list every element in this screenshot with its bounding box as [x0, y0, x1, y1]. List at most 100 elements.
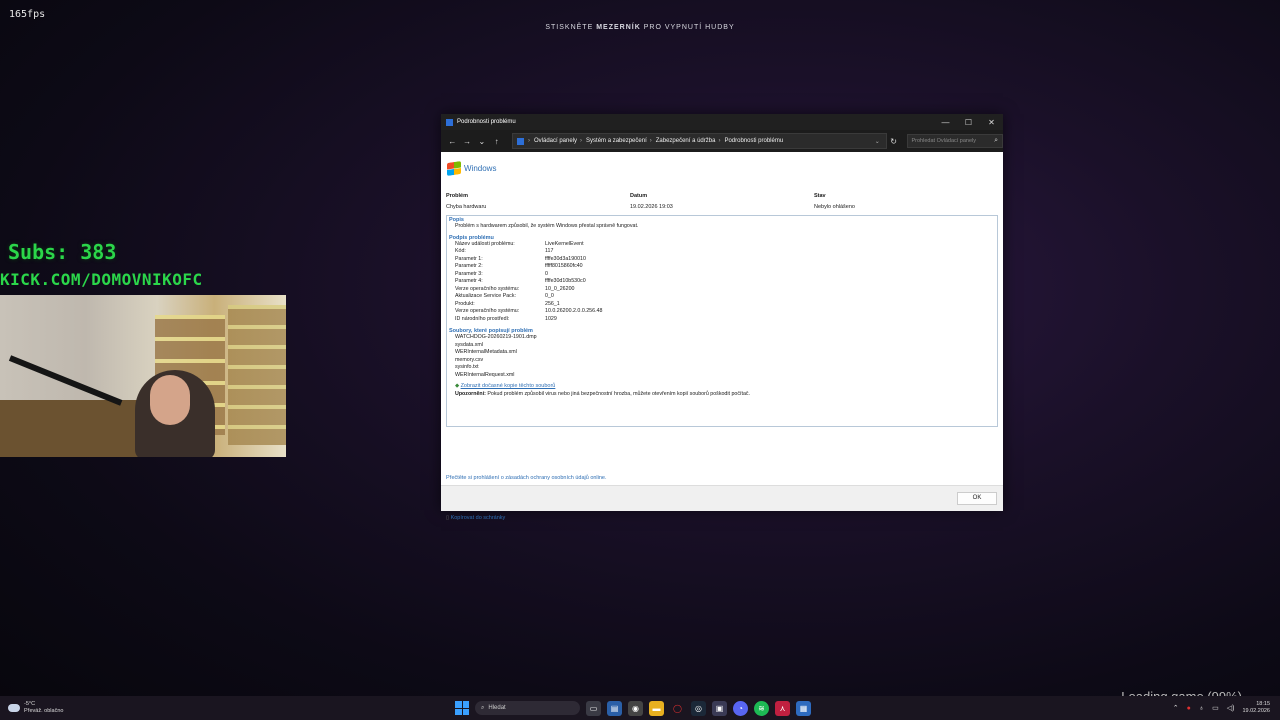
store-icon[interactable]: ▤: [607, 700, 622, 716]
header-state: Stav: [814, 193, 826, 199]
clock[interactable]: 18:15 19.02.2026: [1242, 701, 1270, 715]
file-list: WATCHDOG-20260219-1901.dmp sysdata.xml WER…: [447, 334, 997, 379]
windows-flag-icon: [447, 161, 461, 176]
clipboard-icon: ▯: [446, 515, 450, 521]
chrome-icon[interactable]: ◉: [628, 700, 643, 716]
signature-row: Název události problému: LiveKernelEvent: [447, 241, 997, 249]
problem-details-window: Podrobnosti problému — ☐ ✕ ← → ⌄ ↑ › Ovl…: [441, 114, 1003, 521]
search-icon: ⌕: [481, 704, 485, 711]
hint-suffix: PRO VYPNUTÍ HUDBY: [643, 24, 735, 31]
value-state: Nebylo ohlášeno: [814, 204, 855, 210]
windows-logo: Windows: [447, 161, 497, 176]
recent-chevron-icon[interactable]: ⌄: [475, 137, 490, 146]
fps-counter: 165fps: [9, 9, 46, 20]
folder-icon[interactable]: ▬: [649, 700, 664, 716]
search-placeholder: Prohledat Ovládací panely: [911, 138, 977, 144]
breadcrumb-separator: ›: [580, 138, 583, 144]
address-dropdown-icon[interactable]: ⌄: [875, 138, 880, 145]
recording-icon[interactable]: ●: [1187, 705, 1191, 712]
signature-key: ID národního prostředí:: [455, 315, 510, 322]
kick-url: KICK.COM/DOMOVNIKOFC: [0, 270, 203, 289]
file-item: sysdata.xml: [455, 341, 483, 348]
search-icon[interactable]: ⌕: [994, 137, 998, 145]
copy-to-clipboard[interactable]: ▯ Kopírovat do schránky: [446, 515, 505, 521]
refresh-icon[interactable]: ↻: [887, 137, 901, 146]
weather-desc: Převáž. oblačno: [24, 708, 64, 714]
taskbar-search[interactable]: ⌕ Hledat: [475, 701, 580, 715]
signature-row: Parametr 4: ffffe30d10b530c0: [447, 278, 997, 286]
forward-arrow-icon[interactable]: →: [460, 137, 475, 146]
address-bar[interactable]: › Ovládací panely › Systém a zabezpečení…: [512, 133, 887, 149]
signature-row: Parametr 2: fffff8015860fc40: [447, 263, 997, 271]
details-box: Popis Problém s hardwarem způsobil, že s…: [446, 215, 998, 427]
hint-key: MEZERNÍK: [596, 24, 641, 31]
value-date: 19.02.2026 19:03: [630, 204, 673, 210]
tray-chevron-icon[interactable]: ⌃: [1173, 704, 1179, 712]
signature-key: Parametr 2:: [455, 263, 483, 269]
control-panel-icon[interactable]: ▦: [796, 700, 811, 716]
file-item: memory.csv: [455, 356, 484, 363]
app-icon[interactable]: ⋏: [775, 700, 790, 716]
ok-button[interactable]: OK: [957, 492, 997, 505]
file-item: sysinfo.txt: [455, 364, 479, 370]
breadcrumb-separator: ›: [528, 138, 530, 144]
maximize-button[interactable]: ☐: [957, 118, 980, 127]
breadcrumb-control-panel[interactable]: Ovládací panely: [534, 138, 577, 144]
weather-temp: -5°C: [24, 701, 36, 707]
privacy-link[interactable]: Přečtěte si prohlášení o zásadách ochran…: [446, 475, 607, 481]
signature-value: 256_1: [545, 300, 560, 307]
signature-key: Kód:: [455, 248, 466, 254]
dialog-footer: OK: [441, 485, 1003, 511]
copy-link[interactable]: Kopírovat do schránky: [451, 515, 506, 521]
signature-row: Verze operačního systému: 10.0.26200.2.0.…: [447, 308, 997, 316]
signature-row: Parametr 3: 0: [447, 271, 997, 279]
steam-icon[interactable]: ◎: [691, 700, 706, 716]
discord-icon[interactable]: ◔: [733, 700, 748, 716]
breadcrumb-system-security[interactable]: Systém a zabezpečení: [586, 138, 647, 144]
taskbar: -5°C Převáž. oblačno ⌕ Hledat ▭ ▤ ◉ ▬ ◯ …: [0, 696, 1280, 720]
signature-row: Parametr 1: ffffe30d3a190010: [447, 256, 997, 264]
music-hint: STISKNĚTE MEZERNÍK PRO VYPNUTÍ HUDBY: [0, 24, 1280, 31]
breadcrumb-security-maintenance[interactable]: Zabezpečení a údržba: [656, 138, 716, 144]
breadcrumb-problem-details[interactable]: Podrobnosti problému: [724, 138, 783, 144]
windows-logo-text: Windows: [464, 164, 497, 173]
file-item: WERInternalMetadata.xml: [455, 349, 517, 355]
signature-key: Verze operačního systému:: [455, 308, 520, 314]
close-button[interactable]: ✕: [980, 118, 1003, 127]
warning-text: Pokud problém způsobil virus nebo jiná b…: [487, 390, 751, 397]
breadcrumb-separator: ›: [718, 138, 721, 144]
minimize-button[interactable]: —: [934, 118, 957, 127]
title-bar: Podrobnosti problému — ☐ ✕: [441, 114, 1003, 130]
back-arrow-icon[interactable]: ←: [445, 137, 460, 146]
start-icon[interactable]: [455, 701, 469, 715]
signature-row: Verze operačního systému: 10_0_26200: [447, 286, 997, 294]
volume-icon[interactable]: ◁): [1227, 704, 1235, 712]
flag-icon: [446, 118, 453, 126]
weather-widget[interactable]: -5°C Převáž. oblačno: [8, 701, 63, 715]
file-item: WATCHDOG-20260219-1901.dmp: [455, 334, 537, 340]
monitor-icon[interactable]: ▣: [712, 700, 727, 716]
signature-key: Parametr 4:: [455, 278, 483, 284]
warning-row: Upozornění: Pokud problém způsobil virus…: [447, 391, 997, 399]
search-input[interactable]: Prohledat Ovládací panely ⌕: [906, 134, 1003, 148]
warning-label: Upozornění:: [455, 390, 486, 397]
signature-value: fffff8015860fc40: [545, 263, 583, 269]
signature-key: Produkt:: [455, 300, 475, 307]
temp-copies-link[interactable]: Zobrazit dočasné kopie těchto souborů: [461, 383, 556, 389]
signature-list: Název události problému: LiveKernelEvent K…: [447, 241, 997, 324]
task-view-icon[interactable]: ▭: [586, 700, 601, 716]
signature-value: 0_0: [545, 293, 554, 299]
signature-value: 10_0_26200: [545, 285, 575, 292]
signature-value: LiveKernelEvent: [545, 240, 584, 247]
navigation-bar: ← → ⌄ ↑ › Ovládací panely › Systém a zab…: [441, 130, 1003, 152]
window-title: Podrobnosti problému: [457, 119, 516, 125]
spotify-icon[interactable]: ≋: [754, 700, 769, 716]
up-arrow-icon[interactable]: ↑: [489, 137, 504, 146]
taskbar-apps: ⌕ Hledat ▭ ▤ ◉ ▬ ◯ ◎ ▣ ◔ ≋ ⋏ ▦: [455, 696, 811, 720]
signature-row: Aktualizace Service Pack: 0_0: [447, 293, 997, 301]
cloud-icon: [8, 704, 20, 712]
opera-icon[interactable]: ◯: [670, 701, 685, 716]
signature-value: ffffe30d3a190010: [545, 255, 586, 262]
network-icon[interactable]: ▭: [1212, 704, 1219, 712]
mic-icon[interactable]: ♁: [1199, 705, 1204, 712]
